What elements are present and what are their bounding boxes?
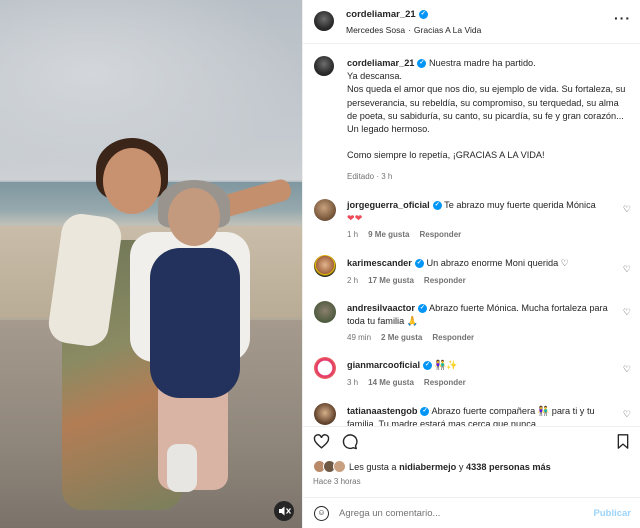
- commenter-avatar[interactable]: [314, 301, 336, 323]
- comment-icon[interactable]: [341, 433, 358, 454]
- audio-artist: Mercedes Sosa: [346, 25, 406, 35]
- post-caption: cordeliamar_21 ✓ Nuestra madre ha partido…: [347, 57, 629, 163]
- comment-body: Te abrazo muy fuerte querida Mónica: [444, 200, 596, 210]
- comment-username[interactable]: tatianaastengob: [347, 406, 417, 416]
- likes-joiner: y: [458, 462, 464, 472]
- comment-meta: 3 h 14 Me gusta Responder: [347, 378, 476, 387]
- verified-icon: ✓: [418, 9, 428, 19]
- heart-emoji: ❤❤: [347, 213, 363, 224]
- commenter-avatar[interactable]: [314, 357, 336, 379]
- muted-speaker-glyph: [279, 506, 291, 516]
- likes-prefix: Les gusta a: [349, 462, 397, 472]
- elder-face: [168, 188, 220, 246]
- caption-line: Nuestra madre ha partido.: [428, 58, 536, 68]
- emoji-icon[interactable]: ☺: [314, 506, 329, 521]
- comment-time[interactable]: 3 h: [347, 378, 358, 387]
- caption-line: Un legado hermoso.: [347, 124, 430, 135]
- author-username-row: cordeliamar_21 ✓: [346, 9, 428, 20]
- comment-username[interactable]: gianmarcooficial: [347, 360, 420, 370]
- heart-icon[interactable]: ♡: [623, 204, 631, 215]
- likes-user[interactable]: nidiabermejo: [399, 462, 456, 472]
- heart-icon[interactable]: ♡: [623, 364, 631, 375]
- verified-icon: ✓: [423, 361, 433, 371]
- comment-text: andresilvaactor ✓ Abrazo fuerte Mónica. M…: [347, 302, 615, 328]
- comment-time[interactable]: 1 h: [347, 230, 358, 239]
- comment-body: Un abrazo enorme Moni querida ♡: [426, 258, 569, 268]
- more-options-icon[interactable]: ···: [614, 10, 631, 26]
- post-header: cordeliamar_21 ✓ Mercedes Sosa · Gracias A …: [303, 0, 640, 44]
- heart-icon[interactable]: [313, 433, 330, 454]
- caption-line: Ya descansa.: [347, 71, 402, 82]
- reply-button[interactable]: Responder: [424, 276, 466, 285]
- verified-icon: ✓: [417, 59, 427, 69]
- heart-icon[interactable]: ♡: [623, 264, 631, 275]
- caption-line: Como siempre lo repetía, ¡GRACIAS A LA V…: [347, 150, 545, 161]
- comment-meta: 49 min 2 Me gusta Responder: [347, 333, 484, 342]
- bookmark-glyph: [617, 434, 629, 449]
- comment-likes[interactable]: 14 Me gusta: [368, 378, 414, 387]
- comment-body: 👫✨: [434, 360, 458, 370]
- muted-speaker-icon[interactable]: [274, 501, 294, 521]
- comments-list[interactable]: jorgeguerra_oficial ✓ Te abrazo muy fuert…: [303, 190, 640, 426]
- comment-meta: 1 h 9 Me gusta Responder: [347, 230, 471, 239]
- heart-icon[interactable]: ♡: [623, 409, 631, 420]
- comment-meta: 2 h 17 Me gusta Responder: [347, 276, 476, 285]
- verified-icon: ✓: [432, 201, 442, 211]
- verified-icon: ✓: [414, 259, 424, 269]
- elder-floral-dress: [150, 248, 240, 398]
- comment-username[interactable]: karimescander: [347, 258, 412, 268]
- comment-likes[interactable]: 2 Me gusta: [381, 333, 422, 342]
- post-footer: Les gusta a nidiabermejo y 4338 personas…: [303, 426, 640, 528]
- bookmark-icon[interactable]: [615, 433, 631, 454]
- author-username[interactable]: cordeliamar_21: [346, 9, 416, 20]
- comment-time[interactable]: 49 min: [347, 333, 371, 342]
- caption-author-avatar[interactable]: [314, 56, 334, 76]
- comment-text: jorgeguerra_oficial ✓ Te abrazo muy fuert…: [347, 199, 615, 225]
- caption-time[interactable]: 3 h: [381, 172, 392, 181]
- verified-icon: ✓: [417, 304, 427, 314]
- post-panel: cordeliamar_21 ✓ Mercedes Sosa · Gracias A …: [302, 0, 640, 528]
- audio-info[interactable]: Mercedes Sosa · Gracias A La Vida: [346, 25, 481, 35]
- comment-username[interactable]: andresilvaactor: [347, 303, 415, 313]
- caption-meta: Editado · 3 h: [347, 172, 393, 181]
- verified-icon: ✓: [420, 407, 430, 417]
- comment-text: karimescander ✓ Un abrazo enorme Moni que…: [347, 257, 615, 270]
- caption-username[interactable]: cordeliamar_21: [347, 58, 414, 68]
- comment-text: tatianaastengob ✓ Abrazo fuerte compañera…: [347, 405, 615, 426]
- reply-button[interactable]: Responder: [424, 378, 466, 387]
- add-comment-row: ☺ Publicar: [303, 497, 640, 528]
- audio-separator: ·: [408, 25, 411, 35]
- commenter-avatar[interactable]: [314, 255, 336, 277]
- author-avatar[interactable]: [314, 11, 334, 31]
- publish-button[interactable]: Publicar: [594, 508, 632, 519]
- post-timestamp[interactable]: Hace 3 horas: [313, 477, 361, 486]
- comment-likes[interactable]: 9 Me gusta: [368, 230, 409, 239]
- elder-sneaker: [167, 444, 197, 492]
- comment-text: gianmarcooficial ✓ 👫✨: [347, 359, 615, 372]
- commenter-avatar[interactable]: [314, 403, 336, 425]
- likes-summary[interactable]: Les gusta a nidiabermejo y 4338 personas…: [349, 462, 551, 472]
- liker-avatar: [333, 460, 346, 473]
- audio-track: Gracias A La Vida: [413, 25, 482, 35]
- edited-label: Editado: [347, 172, 375, 181]
- caption-line: Nos queda el amor que nos dio, su ejempl…: [347, 84, 626, 121]
- comment-input[interactable]: [339, 504, 579, 522]
- commenter-avatar[interactable]: [314, 199, 336, 221]
- comment-time[interactable]: 2 h: [347, 276, 358, 285]
- comment-username[interactable]: jorgeguerra_oficial: [347, 200, 430, 210]
- heart-icon[interactable]: ♡: [623, 307, 631, 318]
- reply-button[interactable]: Responder: [432, 333, 474, 342]
- reply-button[interactable]: Responder: [419, 230, 461, 239]
- woman-face: [103, 148, 161, 214]
- comment-glyph: [342, 434, 358, 450]
- heart-glyph: [313, 434, 330, 449]
- likes-count[interactable]: 4338 personas más: [466, 462, 551, 472]
- comment-likes[interactable]: 17 Me gusta: [368, 276, 414, 285]
- post-video[interactable]: [0, 0, 302, 528]
